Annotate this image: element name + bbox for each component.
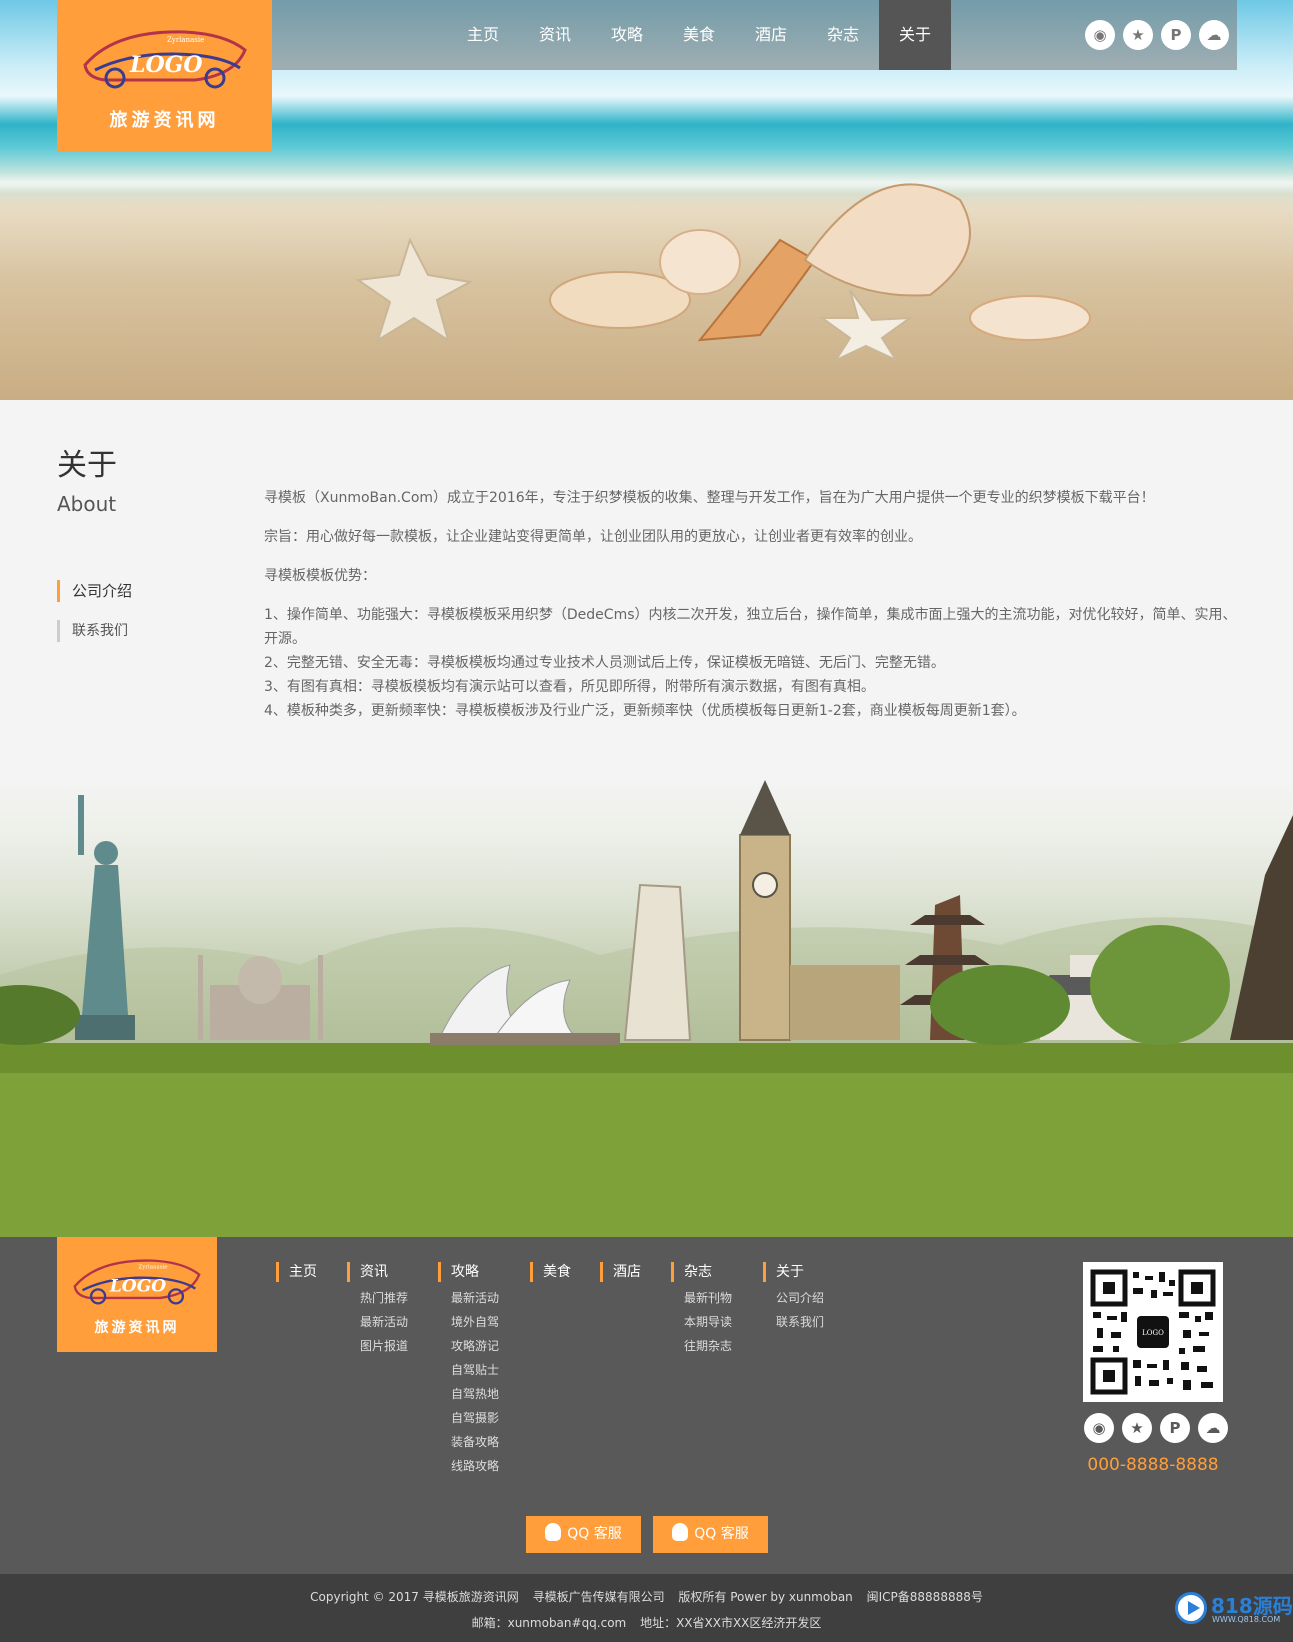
footer-logo[interactable]: Zyrlanasie LOGO 旅游资讯网: [57, 1237, 217, 1352]
footer-col-title[interactable]: 关于: [763, 1262, 824, 1282]
footer-col-home: 主页: [276, 1262, 317, 1282]
nav-guide[interactable]: 攻略: [591, 0, 663, 70]
list-item: 3、有图有真相：寻模板模板均有演示站可以查看，所见即所得，附带所有演示数据，有图…: [264, 679, 875, 695]
nav-list: 主页 资讯 攻略 美食 酒店 杂志 关于: [447, 0, 951, 70]
page-subtitle: About: [57, 492, 117, 516]
footer-col-title[interactable]: 攻略: [438, 1262, 499, 1282]
svg-text:Zyrlanasie: Zyrlanasie: [167, 36, 204, 44]
contact-line: 邮箱：xunmoban#qq.com 地址：XX省XX市XX区经济开发区: [471, 1616, 822, 1630]
copyright-bar: Copyright © 2017 寻模板旅游资讯网 寻模板广告传媒有限公司 版权…: [0, 1574, 1293, 1642]
qr-center-label: LOGO: [1142, 1329, 1164, 1337]
advantages-list: 1、操作简单、功能强大：寻模板模板采用织梦（DedeCms）内核二次开发，独立后…: [264, 603, 1239, 723]
footer-link[interactable]: 攻略游记: [451, 1334, 499, 1358]
list-item: 4、模板种类多，更新频率快：寻模板模板涉及行业广泛，更新频率快（优质模板每日更新…: [264, 703, 1026, 719]
qq-icon: [672, 1523, 689, 1541]
footer-col-hotel: 酒店: [600, 1262, 641, 1282]
nav-hotel[interactable]: 酒店: [735, 0, 807, 70]
contact-phone: 000-8888-8888: [1087, 1455, 1219, 1475]
about-article: 寻模板（XunmoBan.Com）成立于2016年，专注于织梦模板的收集、整理与…: [264, 486, 1239, 723]
footer-link[interactable]: 最新活动: [360, 1310, 408, 1334]
world-landmarks-illustration: [0, 780, 1293, 1237]
footer-site-name: 旅游资讯网: [94, 1320, 180, 1336]
footer-col-news: 资讯 热门推荐 最新活动 图片报道: [347, 1262, 408, 1358]
footer-link[interactable]: 图片报道: [360, 1334, 408, 1358]
footer-link[interactable]: 装备攻略: [451, 1430, 499, 1454]
weibo-icon[interactable]: ◉: [1084, 1413, 1114, 1443]
header-social-links: ◉ ★ P ☁: [1085, 20, 1229, 50]
footer-link[interactable]: 联系我们: [776, 1310, 824, 1334]
about-sidebar: 关于 About 公司介绍 联系我们: [57, 440, 257, 660]
tieba-icon[interactable]: P: [1161, 20, 1191, 50]
list-item: 2、完整无错、安全无毒：寻模板模板均通过专业技术人员测试后上传，保证模板无暗链、…: [264, 655, 945, 671]
nav-magazine[interactable]: 杂志: [807, 0, 879, 70]
footer-col-title[interactable]: 酒店: [600, 1262, 641, 1282]
weibo-icon[interactable]: ◉: [1085, 20, 1115, 50]
footer-social-links: ◉ ★ P ☁: [1084, 1413, 1228, 1443]
footer-link[interactable]: 本期导读: [684, 1310, 732, 1334]
car-logo-icon: Zyrlanasie LOGO: [73, 1259, 201, 1305]
sidebar-item-contact[interactable]: 联系我们: [57, 620, 257, 642]
footer-col-title[interactable]: 主页: [276, 1262, 317, 1282]
footer-link[interactable]: 最新活动: [451, 1286, 499, 1310]
svg-text:Zyrlanasie: Zyrlanasie: [139, 1264, 168, 1270]
nav-about[interactable]: 关于: [879, 0, 951, 70]
qr-code-icon: LOGO: [1090, 1269, 1216, 1395]
footer-link[interactable]: 自驾摄影: [451, 1406, 499, 1430]
star-icon[interactable]: ★: [1122, 1413, 1152, 1443]
play-icon: [1175, 1592, 1207, 1624]
footer-col-title[interactable]: 美食: [530, 1262, 571, 1282]
footer-link[interactable]: 最新刊物: [684, 1286, 732, 1310]
footer-link[interactable]: 线路攻略: [451, 1454, 499, 1478]
footer-link[interactable]: 热门推荐: [360, 1286, 408, 1310]
qq-service-button[interactable]: QQ 客服: [526, 1516, 641, 1553]
watermark-logo: 818源码 WWW.Q818.COM: [1175, 1588, 1293, 1628]
main-navbar: 主页 资讯 攻略 美食 酒店 杂志 关于 ◉ ★ P ☁: [272, 0, 1237, 70]
site-footer: Zyrlanasie LOGO 旅游资讯网 主页 资讯 热门推荐 最新活动 图片…: [0, 1237, 1293, 1574]
sidebar-item-company-intro[interactable]: 公司介绍: [57, 580, 257, 602]
footer-col-title[interactable]: 资讯: [347, 1262, 408, 1282]
footer-logo-text: LOGO: [109, 1277, 167, 1297]
star-icon[interactable]: ★: [1123, 20, 1153, 50]
footer-col-guide: 攻略 最新活动 境外自驾 攻略游记 自驾贴士 自驾热地 自驾摄影 装备攻略 线路…: [438, 1262, 499, 1478]
qq-icon: [545, 1523, 562, 1541]
page-title: 关于: [57, 448, 117, 483]
site-logo[interactable]: Zyrlanasie LOGO 旅游资讯网: [57, 0, 272, 152]
wechat-icon[interactable]: ☁: [1198, 1413, 1228, 1443]
article-paragraph: 寻模板（XunmoBan.Com）成立于2016年，专注于织梦模板的收集、整理与…: [264, 490, 1155, 506]
wechat-qr-code: LOGO: [1083, 1262, 1223, 1402]
nav-home[interactable]: 主页: [447, 0, 519, 70]
article-paragraph: 宗旨：用心做好每一款模板，让企业建站变得更简单，让创业团队用的更放心，让创业者更…: [264, 529, 922, 545]
wechat-icon[interactable]: ☁: [1199, 20, 1229, 50]
footer-col-about: 关于 公司介绍 联系我们: [763, 1262, 824, 1334]
footer-link[interactable]: 境外自驾: [451, 1310, 499, 1334]
tieba-icon[interactable]: P: [1160, 1413, 1190, 1443]
hero-banner: Zyrlanasie LOGO 旅游资讯网 主页 资讯 攻略 美食 酒店 杂志 …: [0, 0, 1293, 400]
logo-text: LOGO: [129, 52, 203, 78]
footer-link[interactable]: 往期杂志: [684, 1334, 732, 1358]
footer-col-food: 美食: [530, 1262, 571, 1282]
list-item: 1、操作简单、功能强大：寻模板模板采用织梦（DedeCms）内核二次开发，独立后…: [264, 607, 1237, 647]
nav-food[interactable]: 美食: [663, 0, 735, 70]
car-logo-icon: Zyrlanasie LOGO: [83, 30, 247, 89]
landmarks-banner: [0, 775, 1293, 1237]
footer-link[interactable]: 自驾热地: [451, 1382, 499, 1406]
footer-col-title[interactable]: 杂志: [671, 1262, 732, 1282]
site-name: 旅游资讯网: [109, 110, 220, 131]
nav-news[interactable]: 资讯: [519, 0, 591, 70]
footer-link[interactable]: 自驾贴士: [451, 1358, 499, 1382]
sidebar-menu: 公司介绍 联系我们: [57, 580, 257, 642]
article-paragraph: 寻模板模板优势：: [264, 568, 376, 584]
qq-service-button[interactable]: QQ 客服: [653, 1516, 768, 1553]
copyright-line: Copyright © 2017 寻模板旅游资讯网 寻模板广告传媒有限公司 版权…: [310, 1590, 983, 1604]
footer-link[interactable]: 公司介绍: [776, 1286, 824, 1310]
footer-col-magazine: 杂志 最新刊物 本期导读 往期杂志: [671, 1262, 732, 1358]
